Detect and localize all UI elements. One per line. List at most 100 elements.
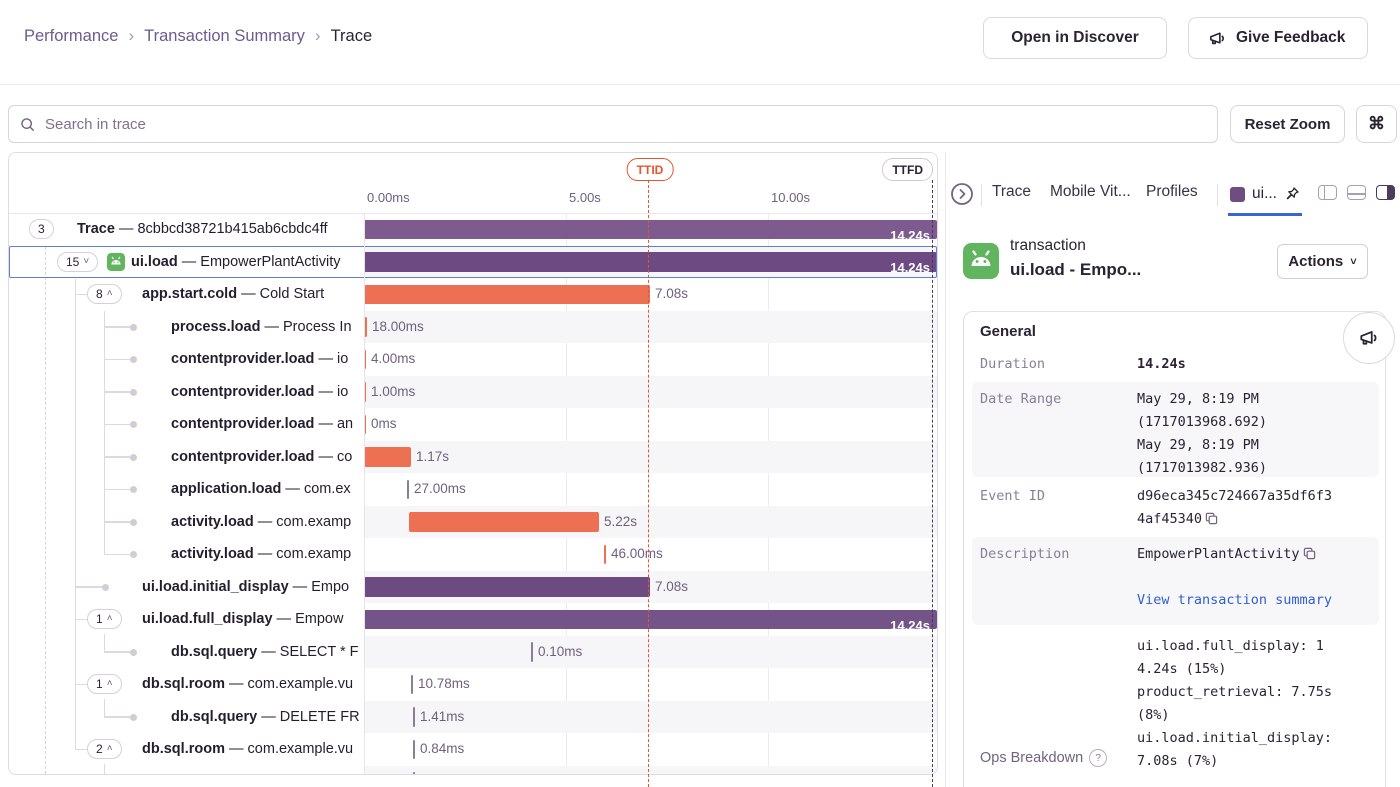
ttid-marker-badge[interactable]: TTID bbox=[627, 158, 674, 181]
trace-row[interactable]: process.load — Process In18.00ms bbox=[9, 311, 937, 344]
span-separator: — bbox=[260, 319, 283, 335]
open-in-discover-button[interactable]: Open in Discover bbox=[983, 17, 1167, 59]
trace-row[interactable]: contentprovider.load — co1.17s bbox=[9, 441, 937, 474]
span-label: contentprovider.load — io bbox=[171, 343, 348, 376]
tab-mobile-vitals[interactable]: Mobile Vit... bbox=[1050, 183, 1131, 201]
trace-row[interactable]: contentprovider.load — io1.00ms bbox=[9, 376, 937, 409]
tab-transaction[interactable]: ui... bbox=[1228, 179, 1302, 216]
span-separator: — bbox=[257, 709, 280, 725]
span-count-pill[interactable]: 8˄ bbox=[87, 284, 122, 304]
tab-profiles[interactable]: Profiles bbox=[1146, 183, 1198, 201]
collapse-drawer-button[interactable] bbox=[950, 182, 974, 206]
span-description: EmpowerPlantActivity bbox=[200, 254, 340, 270]
span-separator: — bbox=[254, 546, 277, 562]
span-duration-label: 1.41ms bbox=[420, 701, 464, 734]
span-duration-bar[interactable] bbox=[364, 447, 411, 467]
span-duration-bar[interactable] bbox=[413, 707, 415, 727]
chevron-up-icon: ˄ bbox=[107, 289, 113, 299]
span-count-pill[interactable]: 15˅ bbox=[57, 252, 98, 272]
ttfd-marker-badge[interactable]: TTFD bbox=[882, 158, 933, 181]
span-description: io bbox=[337, 384, 348, 400]
trace-row[interactable]: db.sql.query — INSERT OR0.78ms bbox=[9, 766, 937, 776]
search-input[interactable] bbox=[43, 115, 1207, 134]
breadcrumb-performance[interactable]: Performance bbox=[24, 27, 118, 46]
span-separator: — bbox=[225, 676, 248, 692]
span-count-pill[interactable]: 1˄ bbox=[87, 609, 122, 629]
actions-button[interactable]: Actions ˅ bbox=[1277, 244, 1368, 279]
shortcuts-button[interactable]: ⌘ bbox=[1356, 105, 1397, 143]
layout-left-panel-icon[interactable] bbox=[1318, 185, 1337, 200]
breadcrumb-transaction-summary[interactable]: Transaction Summary bbox=[144, 27, 305, 46]
span-duration-bar[interactable]: 14.24s bbox=[364, 220, 937, 240]
span-op: contentprovider.load bbox=[171, 351, 314, 367]
span-count-pill[interactable]: 2˄ bbox=[87, 739, 122, 759]
span-tree-cell: db.sql.query — INSERT OR bbox=[9, 766, 364, 776]
span-duration-label: 1.00ms bbox=[371, 376, 415, 409]
span-count: 3 bbox=[38, 223, 45, 235]
trace-row[interactable]: 3Trace — 8cbbcd38721b415ab6cbdc4ff14.24s bbox=[9, 213, 937, 246]
span-duration-bar[interactable]: 14.24s bbox=[364, 610, 937, 630]
drawer-resize-gutter[interactable] bbox=[945, 152, 946, 787]
pin-icon[interactable] bbox=[1284, 186, 1300, 202]
trace-row[interactable]: 15˅ui.load — EmpowerPlantActivity14.24s bbox=[9, 246, 937, 279]
span-tree-cell: 1˄ui.load.full_display — Empow bbox=[9, 603, 364, 636]
feedback-button[interactable] bbox=[1343, 312, 1395, 364]
trace-row[interactable]: activity.load — com.examp5.22s bbox=[9, 506, 937, 539]
span-count-pill[interactable]: 1˄ bbox=[87, 674, 122, 694]
span-separator: — bbox=[273, 611, 296, 627]
trace-row[interactable]: contentprovider.load — an0ms bbox=[9, 408, 937, 441]
connector-stub bbox=[104, 489, 130, 491]
trace-row[interactable]: db.sql.query — SELECT * F0.10ms bbox=[9, 636, 937, 669]
help-icon[interactable] bbox=[1089, 749, 1107, 767]
copy-icon[interactable] bbox=[1303, 545, 1316, 568]
breadcrumb-separator-icon: › bbox=[315, 26, 321, 46]
trace-row[interactable]: activity.load — com.examp46.00ms bbox=[9, 538, 937, 571]
span-duration-bar[interactable] bbox=[413, 740, 415, 760]
span-description: com.ex bbox=[304, 481, 351, 497]
trace-row[interactable]: 1˄db.sql.room — com.example.vu10.78ms bbox=[9, 668, 937, 701]
trace-row[interactable]: 1˄ui.load.full_display — Empow14.24s bbox=[9, 603, 937, 636]
span-description: Empo bbox=[311, 579, 349, 595]
tree-timeline-divider[interactable] bbox=[364, 153, 365, 774]
span-bar-cell: 7.08s bbox=[364, 278, 937, 311]
span-duration-bar[interactable] bbox=[407, 480, 409, 500]
span-duration-label: 0.84ms bbox=[420, 733, 464, 766]
layout-right-panel-icon[interactable] bbox=[1376, 185, 1395, 200]
trace-row[interactable]: db.sql.query — DELETE FR1.41ms bbox=[9, 701, 937, 734]
span-duration-bar[interactable] bbox=[409, 512, 599, 532]
span-description: com.example.vu bbox=[248, 676, 354, 692]
trace-row[interactable]: 2˄db.sql.room — com.example.vu0.84ms bbox=[9, 733, 937, 766]
span-duration-bar[interactable] bbox=[413, 772, 415, 775]
span-tree-cell: contentprovider.load — io bbox=[9, 376, 364, 409]
span-duration-bar[interactable] bbox=[364, 577, 650, 597]
span-label: process.load — Process In bbox=[171, 311, 352, 344]
span-duration-bar[interactable]: 14.24s bbox=[364, 252, 937, 272]
tab-trace[interactable]: Trace bbox=[992, 183, 1031, 201]
span-bar-cell: 14.24s bbox=[364, 603, 937, 636]
trace-row[interactable]: 8˄app.start.cold — Cold Start7.08s bbox=[9, 278, 937, 311]
span-tree-cell: 1˄db.sql.room — com.example.vu bbox=[9, 668, 364, 701]
connector-stub bbox=[75, 586, 102, 588]
span-duration-bar[interactable] bbox=[364, 285, 650, 305]
span-duration-bar[interactable] bbox=[604, 545, 606, 565]
trace-waterfall-panel: TTID TTFD 0.00ms5.00s10.00s 3Trace — 8cb… bbox=[8, 152, 938, 775]
span-duration-bar[interactable] bbox=[411, 675, 413, 695]
give-feedback-button[interactable]: Give Feedback bbox=[1188, 17, 1368, 59]
view-transaction-summary-link[interactable]: View transaction summary bbox=[1137, 589, 1333, 612]
span-separator: — bbox=[254, 514, 277, 530]
span-duration-bar[interactable] bbox=[531, 642, 533, 662]
description-value: EmpowerPlantActivity bbox=[1137, 543, 1333, 568]
trace-row[interactable]: contentprovider.load — io4.00ms bbox=[9, 343, 937, 376]
span-description: INSERT OR bbox=[280, 774, 358, 776]
span-duration-label: 46.00ms bbox=[611, 538, 663, 571]
span-separator: — bbox=[257, 644, 280, 660]
span-description: Process In bbox=[283, 319, 352, 335]
layout-bottom-panel-icon[interactable] bbox=[1347, 185, 1366, 200]
trace-row[interactable]: application.load — com.ex27.00ms bbox=[9, 473, 937, 506]
span-label: ui.load.initial_display — Empo bbox=[142, 571, 349, 604]
copy-icon[interactable] bbox=[1205, 510, 1218, 533]
span-count-pill[interactable]: 3 bbox=[29, 219, 54, 239]
span-label: contentprovider.load — an bbox=[171, 408, 353, 441]
reset-zoom-button[interactable]: Reset Zoom bbox=[1230, 105, 1345, 143]
trace-row[interactable]: ui.load.initial_display — Empo7.08s bbox=[9, 571, 937, 604]
